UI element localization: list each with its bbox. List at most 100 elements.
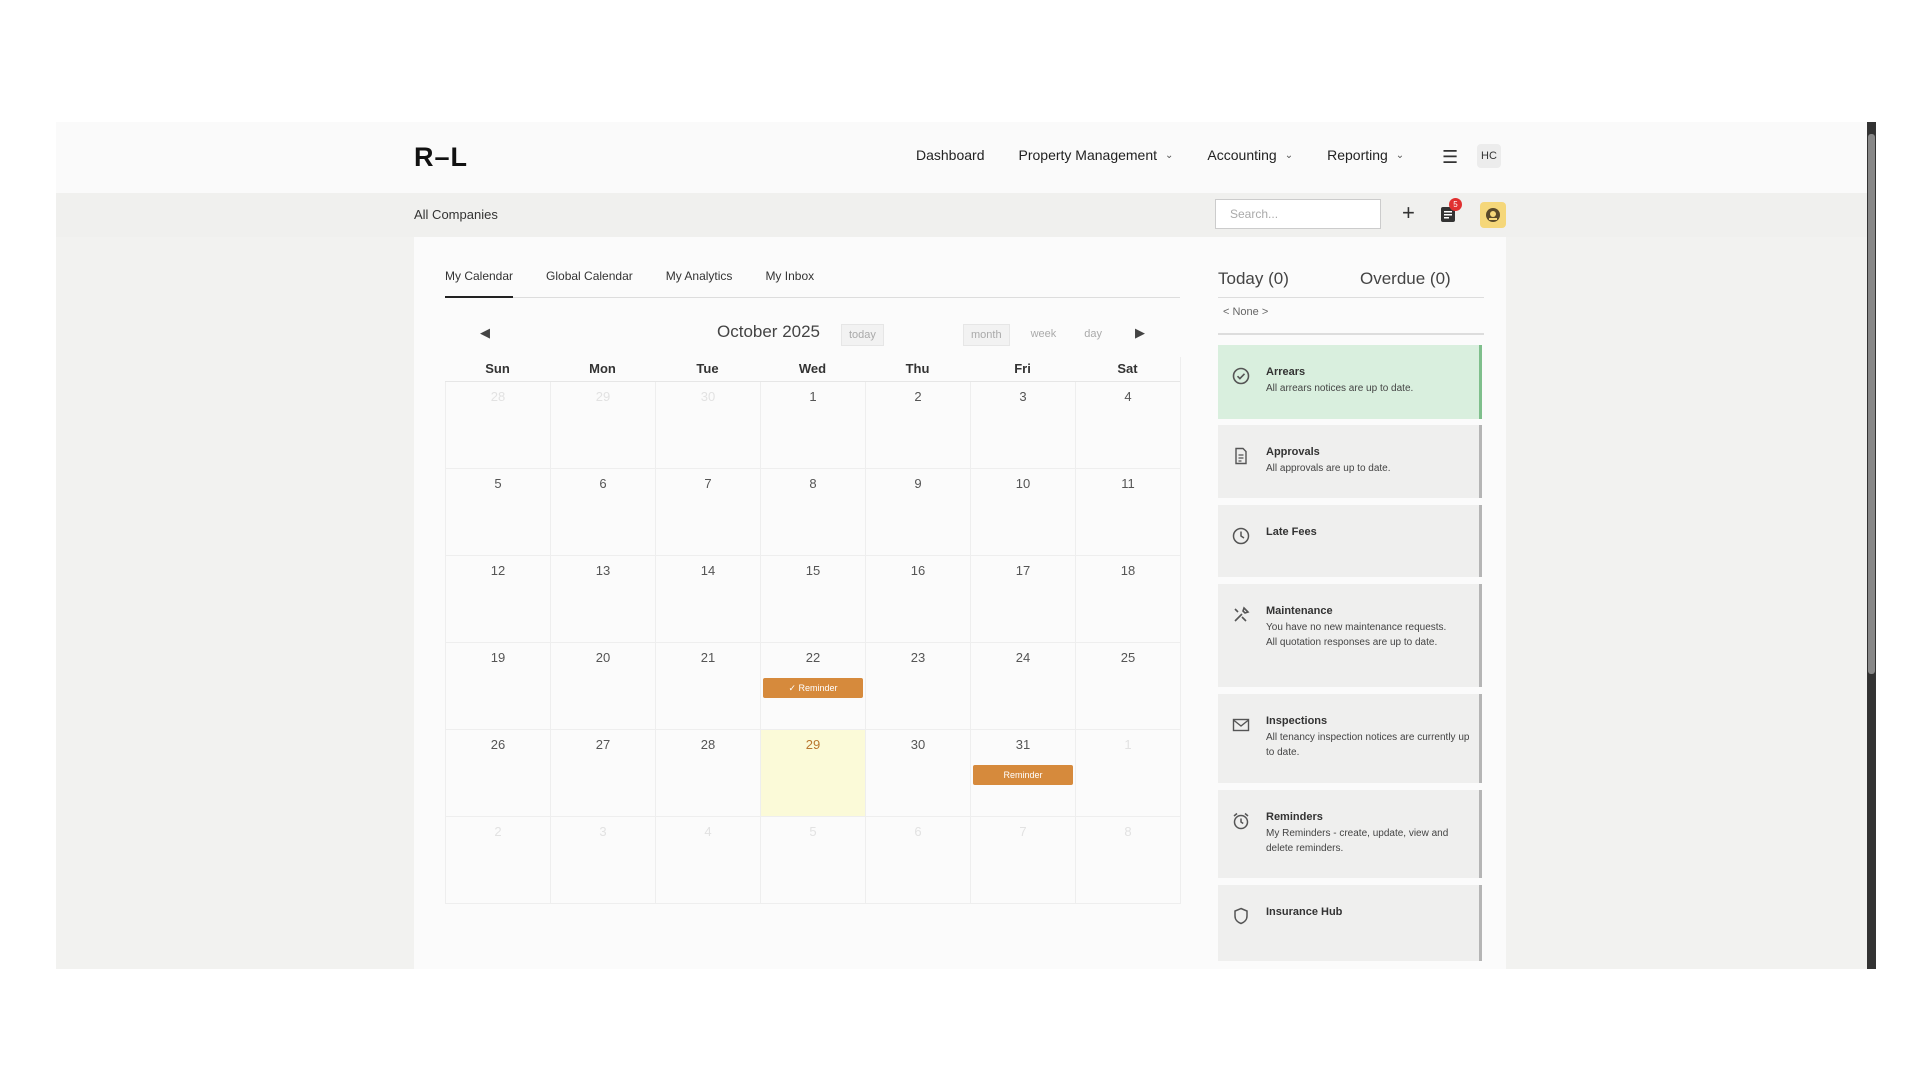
- add-button[interactable]: +: [1402, 200, 1415, 226]
- nav-dashboard[interactable]: Dashboard: [916, 147, 985, 163]
- day-cell[interactable]: 7: [970, 817, 1075, 903]
- day-cell[interactable]: 21: [655, 643, 760, 729]
- day-cell[interactable]: 8: [1075, 817, 1180, 903]
- day-number: 29: [805, 737, 821, 752]
- weekday-header: Wed: [798, 361, 827, 376]
- day-cell[interactable]: 30: [865, 730, 970, 816]
- day-cell[interactable]: 24: [970, 643, 1075, 729]
- day-cell[interactable]: 23: [865, 643, 970, 729]
- user-avatar[interactable]: [1480, 202, 1506, 228]
- day-cell[interactable]: 6: [550, 469, 655, 555]
- day-number: 28: [490, 389, 506, 404]
- hamburger-menu-icon[interactable]: ☰: [1442, 147, 1458, 168]
- weekday-header: Fri: [1014, 361, 1031, 376]
- day-cell[interactable]: 1: [1075, 730, 1180, 816]
- day-cell[interactable]: 3: [970, 382, 1075, 468]
- day-number: 13: [595, 563, 611, 578]
- day-cell[interactable]: 3: [550, 817, 655, 903]
- day-number: 25: [1120, 650, 1136, 665]
- widget-maintenance[interactable]: Maintenance You have no new maintenance r…: [1218, 584, 1482, 687]
- view-month-button[interactable]: month: [963, 324, 1010, 346]
- day-cell[interactable]: 28: [445, 382, 550, 468]
- day-number: 1: [1124, 737, 1132, 752]
- tab-my-analytics[interactable]: My Analytics: [666, 269, 733, 296]
- alarm-clock-icon: [1231, 811, 1251, 831]
- day-cell[interactable]: 16: [865, 556, 970, 642]
- day-cell[interactable]: 8: [760, 469, 865, 555]
- day-cell[interactable]: 9: [865, 469, 970, 555]
- company-selector[interactable]: All Companies: [414, 207, 498, 222]
- view-week-button[interactable]: week: [1024, 324, 1064, 344]
- day-cell[interactable]: 2: [865, 382, 970, 468]
- weekday-header: Sat: [1117, 361, 1138, 376]
- scrollbar[interactable]: [1867, 122, 1876, 969]
- day-number: 2: [914, 389, 922, 404]
- day-number: 9: [914, 476, 922, 491]
- day-cell[interactable]: 14: [655, 556, 760, 642]
- widget-description: My Reminders - create, update, view and …: [1266, 828, 1449, 854]
- task-filter[interactable]: < None >: [1223, 306, 1268, 318]
- day-cell[interactable]: 6: [865, 817, 970, 903]
- widget-inspections[interactable]: Inspections All tenancy inspection notice…: [1218, 694, 1482, 783]
- day-cell[interactable]: 2: [445, 817, 550, 903]
- company-logo[interactable]: R–L: [414, 142, 468, 173]
- day-cell[interactable]: 27: [550, 730, 655, 816]
- day-number: 7: [704, 476, 712, 491]
- day-cell[interactable]: 4: [655, 817, 760, 903]
- day-cell[interactable]: 4: [1075, 382, 1180, 468]
- widget-approvals[interactable]: Approvals All approvals are up to date.: [1218, 425, 1482, 498]
- widget-arrears[interactable]: Arrears All arrears notices are up to dat…: [1218, 345, 1482, 419]
- widget-insurance-hub[interactable]: Insurance Hub: [1218, 885, 1482, 961]
- day-cell[interactable]: 17: [970, 556, 1075, 642]
- day-cell[interactable]: 31 Reminder: [970, 730, 1075, 816]
- today-button[interactable]: today: [841, 324, 884, 346]
- top-navigation: R–L Dashboard Property Management ⌄ Accou…: [56, 122, 1876, 194]
- prev-month-icon[interactable]: ◀: [480, 325, 490, 341]
- widget-late-fees[interactable]: Late Fees: [1218, 505, 1482, 577]
- today-cell[interactable]: 29: [760, 730, 865, 816]
- widget-reminders[interactable]: Reminders My Reminders - create, update, …: [1218, 790, 1482, 878]
- tab-global-calendar[interactable]: Global Calendar: [546, 269, 633, 296]
- day-cell[interactable]: 29: [550, 382, 655, 468]
- envelope-icon: [1231, 715, 1251, 735]
- day-number: 8: [809, 476, 817, 491]
- day-cell[interactable]: 15: [760, 556, 865, 642]
- day-number: 22: [805, 650, 821, 665]
- day-cell[interactable]: 22 ✓ Reminder: [760, 643, 865, 729]
- day-cell[interactable]: 5: [445, 469, 550, 555]
- scrollbar-thumb[interactable]: [1868, 134, 1875, 674]
- day-cell[interactable]: 10: [970, 469, 1075, 555]
- day-cell[interactable]: 11: [1075, 469, 1180, 555]
- tab-my-calendar[interactable]: My Calendar: [445, 269, 514, 298]
- weekday-header-row: Sun Mon Tue Wed Thu Fri Sat: [445, 357, 1180, 381]
- day-cell[interactable]: 7: [655, 469, 760, 555]
- day-cell[interactable]: 5: [760, 817, 865, 903]
- search-input[interactable]: [1215, 199, 1381, 229]
- today-count[interactable]: Today (0): [1218, 269, 1289, 289]
- tab-my-inbox[interactable]: My Inbox: [765, 269, 814, 296]
- day-number: 2: [494, 824, 502, 839]
- day-cell[interactable]: 18: [1075, 556, 1180, 642]
- day-cell[interactable]: 19: [445, 643, 550, 729]
- day-number: 23: [910, 650, 926, 665]
- day-cell[interactable]: 30: [655, 382, 760, 468]
- overdue-count[interactable]: Overdue (0): [1360, 269, 1451, 289]
- day-cell[interactable]: 12: [445, 556, 550, 642]
- day-cell[interactable]: 28: [655, 730, 760, 816]
- day-cell[interactable]: 20: [550, 643, 655, 729]
- next-month-icon[interactable]: ▶: [1135, 325, 1145, 341]
- user-initials-badge[interactable]: HC: [1477, 144, 1501, 168]
- nav-property-management[interactable]: Property Management ⌄: [1019, 147, 1174, 163]
- day-cell[interactable]: 13: [550, 556, 655, 642]
- day-cell[interactable]: 25: [1075, 643, 1180, 729]
- reminder-event[interactable]: ✓ Reminder: [763, 678, 863, 698]
- day-number: 12: [490, 563, 506, 578]
- reminder-event[interactable]: Reminder: [973, 765, 1073, 785]
- nav-accounting[interactable]: Accounting ⌄: [1207, 147, 1293, 163]
- day-cell[interactable]: 1: [760, 382, 865, 468]
- view-day-button[interactable]: day: [1077, 324, 1109, 344]
- calendar-week-row: 12 13 14 15 16 17 18: [445, 556, 1180, 643]
- day-cell[interactable]: 26: [445, 730, 550, 816]
- nav-reporting[interactable]: Reporting ⌄: [1327, 147, 1404, 163]
- widget-title: Insurance Hub: [1266, 906, 1343, 918]
